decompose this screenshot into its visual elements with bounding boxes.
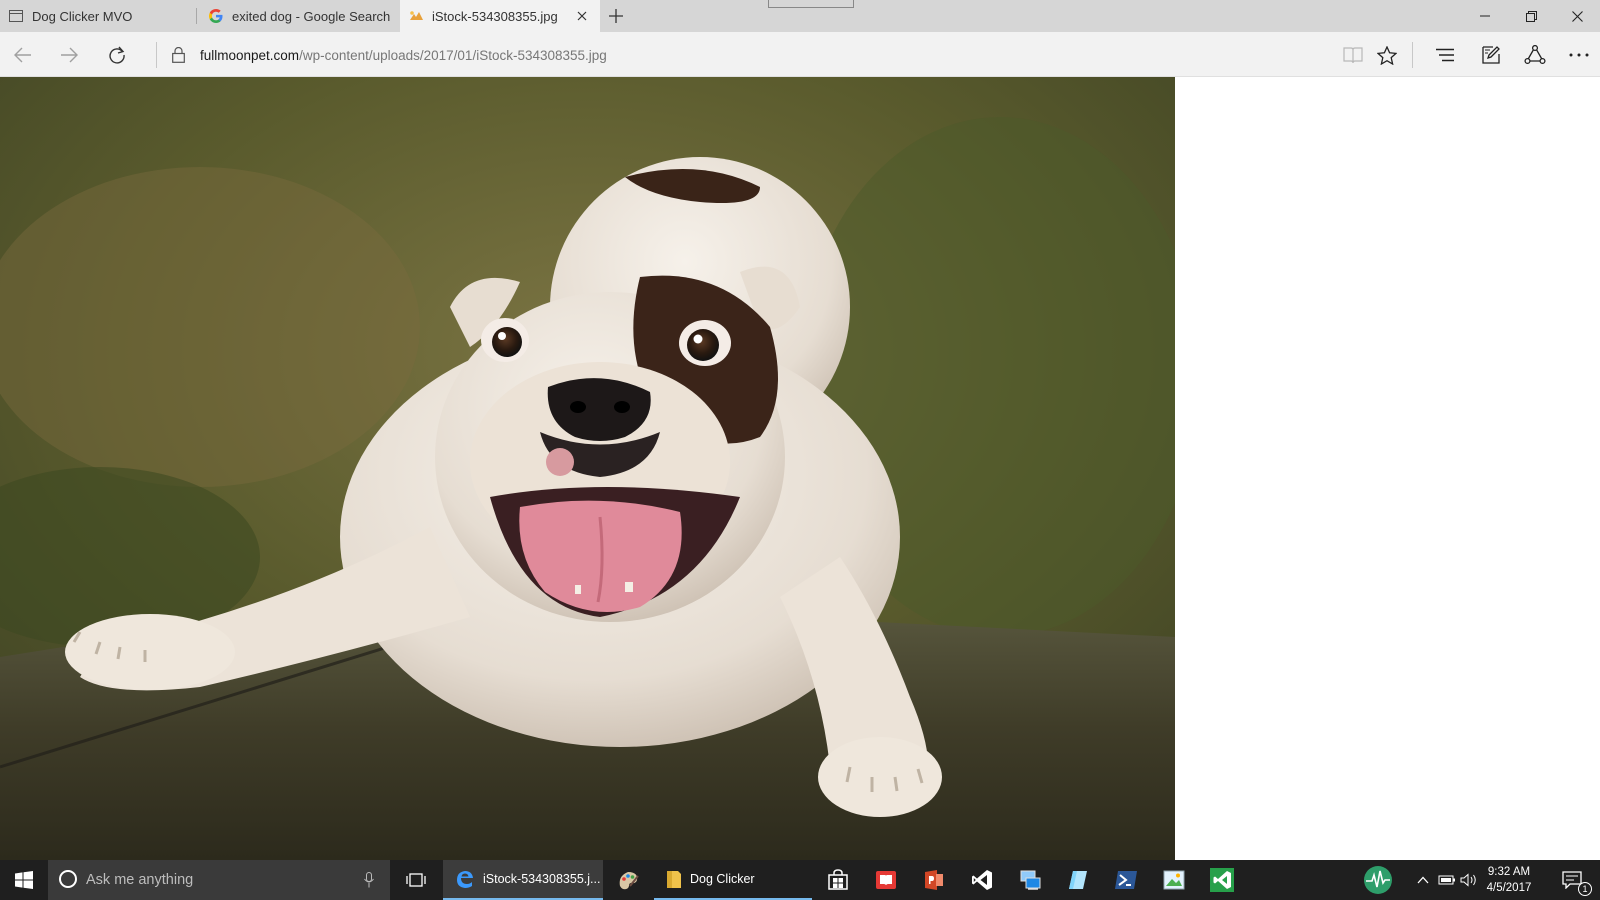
clock-time: 9:32 AM	[1487, 866, 1531, 878]
new-tab-button[interactable]	[606, 6, 626, 26]
page-viewport	[0, 77, 1600, 860]
cortana-search-box[interactable]: Ask me anything	[48, 860, 390, 900]
cortana-icon	[58, 869, 78, 892]
dog-photo[interactable]	[0, 77, 1175, 860]
tab-strip: Dog Clicker MVO exited dog - Google Sear…	[0, 0, 1600, 32]
volume-icon[interactable]	[1458, 860, 1480, 900]
favorite-star-icon[interactable]	[1370, 38, 1404, 72]
share-icon[interactable]	[1518, 38, 1552, 72]
minimize-button[interactable]	[1462, 0, 1508, 32]
task-view-button[interactable]	[392, 860, 440, 900]
system-clock[interactable]: 9:32 AM 4/5/2017	[1480, 864, 1538, 896]
nav-divider	[156, 42, 157, 68]
store-icon[interactable]	[814, 860, 862, 900]
paint-icon[interactable]	[604, 860, 652, 900]
address-bar[interactable]: fullmoonpet.com/wp-content/uploads/2017/…	[170, 40, 1320, 70]
edge-icon	[455, 869, 475, 889]
activity-monitor-icon[interactable]	[1354, 860, 1402, 900]
start-button[interactable]	[0, 860, 48, 900]
show-hidden-icons-chevron-up-icon[interactable]	[1412, 860, 1434, 900]
taskbar-app-edge[interactable]: iStock-534308355.j...	[443, 860, 603, 900]
url-path: /wp-content/uploads/2017/01/iStock-53430…	[299, 47, 607, 63]
more-options-icon[interactable]	[1562, 38, 1596, 72]
action-center-icon[interactable]: 1	[1548, 860, 1596, 900]
forward-button[interactable]	[52, 38, 86, 72]
back-button[interactable]	[6, 38, 40, 72]
url-domain: fullmoonpet.com	[200, 47, 300, 63]
reader-icon[interactable]	[862, 860, 910, 900]
nav-divider	[1412, 42, 1413, 68]
taskbar-app-file-explorer[interactable]: Dog Clicker	[654, 860, 812, 900]
tab-title: exited dog - Google Search	[232, 8, 391, 24]
close-window-button[interactable]	[1554, 0, 1600, 32]
restore-button[interactable]	[1508, 0, 1554, 32]
hub-icon[interactable]	[1428, 38, 1462, 72]
taskbar-app-label: iStock-534308355.j...	[483, 872, 601, 886]
image-icon	[408, 8, 424, 24]
google-icon	[208, 8, 224, 24]
visual-studio-icon[interactable]	[958, 860, 1006, 900]
taskbar: Ask me anything iStock-534308355.j... Do…	[0, 860, 1600, 900]
remote-desktop-icon[interactable]	[1006, 860, 1054, 900]
web-note-icon[interactable]	[1474, 38, 1508, 72]
search-placeholder: Ask me anything	[86, 872, 194, 888]
refresh-button[interactable]	[100, 38, 134, 72]
dog-photo-illustration	[0, 77, 1175, 860]
microphone-icon[interactable]	[364, 872, 374, 891]
window-drag-handle[interactable]	[768, 0, 854, 8]
visual-studio-code-icon[interactable]	[1198, 860, 1246, 900]
tab-title: iStock-534308355.jpg	[432, 8, 558, 24]
navigation-bar: fullmoonpet.com/wp-content/uploads/2017/…	[0, 32, 1600, 77]
close-tab-icon[interactable]	[574, 8, 590, 24]
reading-view-icon[interactable]	[1336, 38, 1370, 72]
notes-icon[interactable]	[1054, 860, 1102, 900]
folder-icon	[666, 869, 682, 889]
powershell-icon[interactable]	[1102, 860, 1150, 900]
tab-google-search[interactable]: exited dog - Google Search	[200, 0, 396, 32]
notification-count-badge: 1	[1578, 882, 1592, 896]
battery-icon[interactable]	[1436, 860, 1458, 900]
taskbar-app-label: Dog Clicker	[690, 872, 755, 886]
tab-title: Dog Clicker MVO	[32, 8, 133, 24]
clock-date: 4/5/2017	[1486, 882, 1532, 894]
lock-icon	[170, 46, 186, 64]
tab-separator	[196, 8, 197, 24]
tab-dog-clicker[interactable]: Dog Clicker MVO	[0, 0, 196, 32]
powerpoint-icon[interactable]	[910, 860, 958, 900]
image-viewer-icon[interactable]	[1150, 860, 1198, 900]
tab-istock-image[interactable]: iStock-534308355.jpg	[400, 0, 600, 32]
windows-logo-icon	[15, 871, 33, 889]
page-icon	[8, 8, 24, 24]
